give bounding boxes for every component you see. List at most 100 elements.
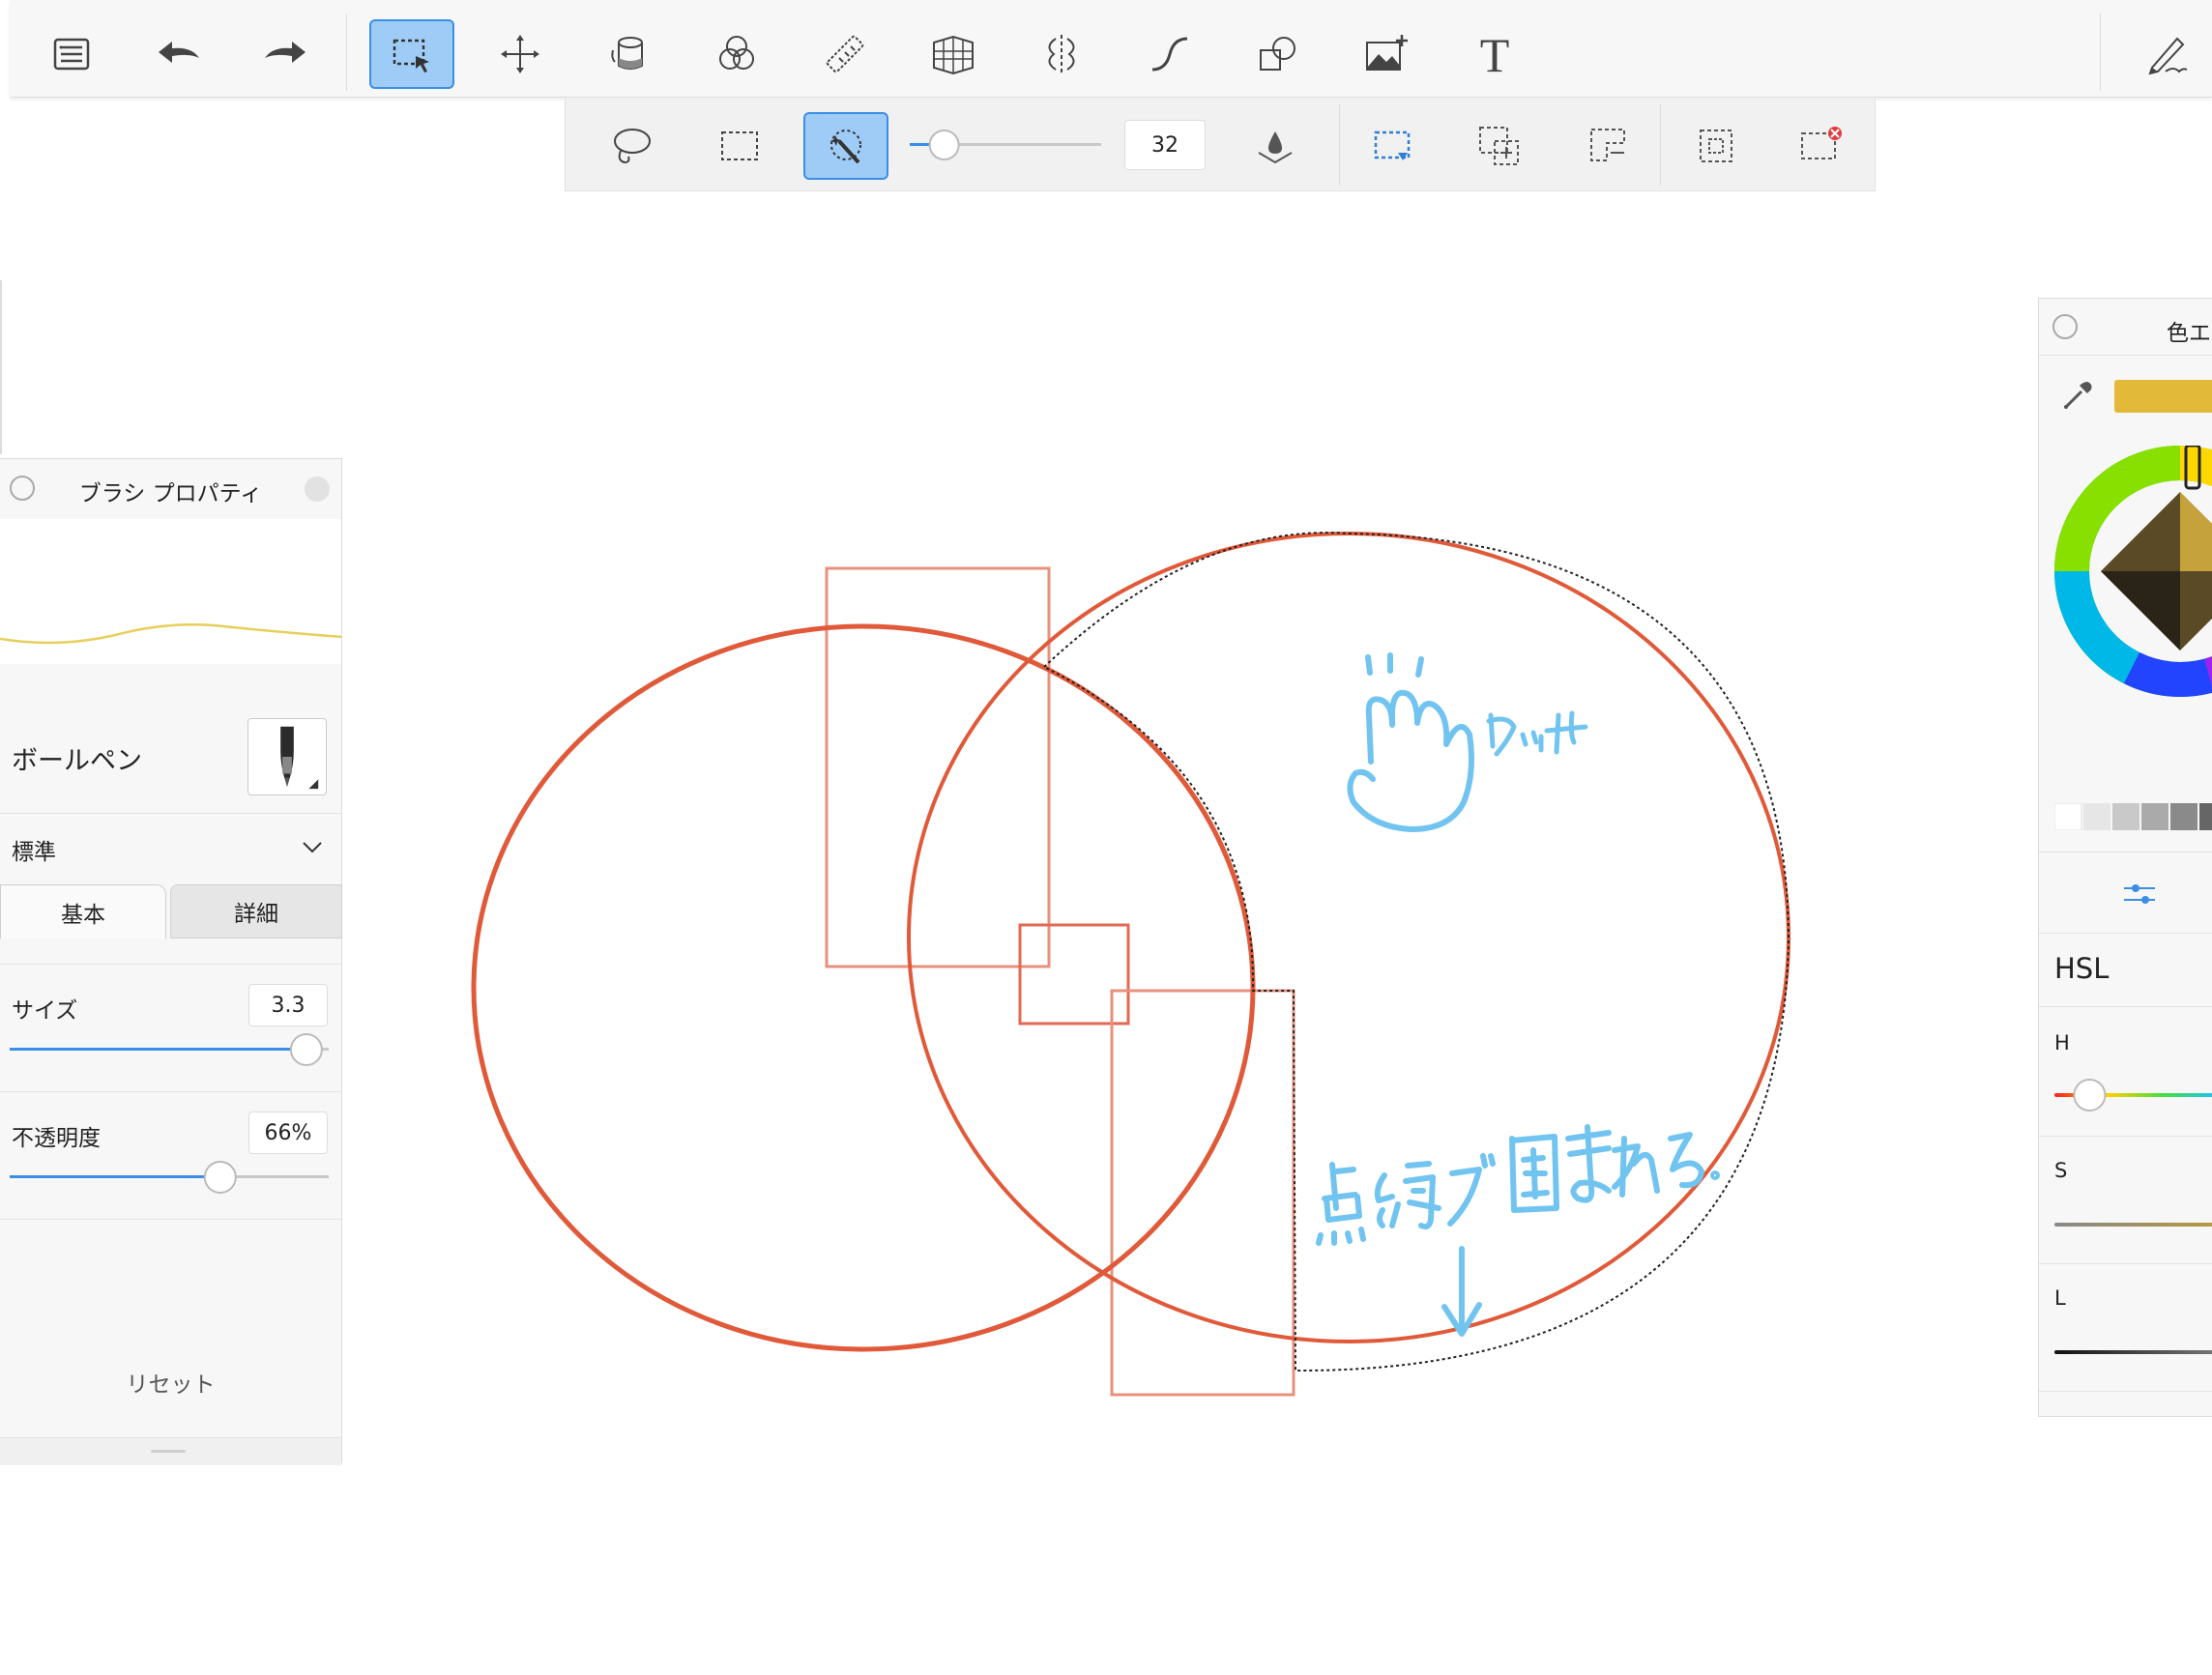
color-panel-title: 色エデ (2167, 321, 2212, 346)
lasso-select-button[interactable] (589, 112, 674, 180)
tab-advanced[interactable]: 詳細 (170, 884, 342, 939)
chevron-down-icon (303, 842, 322, 853)
shapes-icon (1260, 37, 1295, 71)
rect-select-button[interactable] (697, 112, 782, 180)
pen-settings-button[interactable] (2123, 19, 2208, 89)
pen-settings-icon (2148, 37, 2188, 75)
transform-tool-button[interactable] (478, 19, 563, 89)
perspective-tool-button[interactable] (911, 19, 996, 89)
size-label: サイズ (12, 998, 78, 1024)
ballpoint-pen-icon (280, 726, 319, 790)
color-panel-header: 色エデ (2039, 299, 2212, 356)
opacity-value-field[interactable]: 66% (248, 1112, 328, 1154)
opacity-section: 不透明度 66% (0, 1091, 341, 1218)
brush-panel-title: ブラシ プロパティ (78, 481, 263, 506)
paint-bucket-icon (611, 37, 643, 70)
add-image-icon (1366, 35, 1408, 71)
panel-option-dot[interactable] (305, 477, 330, 502)
tolerance-slider[interactable] (910, 128, 1101, 162)
text-tool-icon: T (1480, 29, 1510, 79)
tall-rectangle-bottom (1110, 989, 1295, 1397)
selection-marquee (1042, 532, 1790, 1372)
lightness-label: L (2054, 1286, 2066, 1310)
brush-stroke-preview (0, 519, 341, 664)
symmetry-tool-button[interactable] (1019, 19, 1104, 89)
list-menu-icon (53, 38, 90, 71)
shapes-tool-button[interactable] (1236, 19, 1321, 89)
clear-selection-button[interactable] (1778, 112, 1863, 180)
undo-arrow-icon (159, 42, 199, 63)
main-toolbar: T (10, 0, 2212, 98)
eyedropper-icon[interactable] (2058, 376, 2097, 415)
size-slider[interactable] (10, 1032, 329, 1067)
color-mode-label[interactable]: HSL (2054, 952, 2109, 985)
lasso-icon (614, 129, 651, 164)
rectangle-select-icon (721, 131, 758, 160)
hue-label: H (2054, 1031, 2070, 1054)
dotted-enclosed-annotation-doodle (1316, 1124, 1720, 1337)
ruler-icon (826, 35, 864, 73)
new-selection-button[interactable] (1351, 112, 1436, 180)
clear-selection-icon (1801, 127, 1842, 159)
undo-button[interactable] (135, 19, 220, 89)
magic-wand-select-button[interactable] (803, 112, 888, 180)
preset-label: 標準 (12, 840, 56, 865)
selection-sub-toolbar: 32 (565, 99, 1876, 191)
fill-opacity-button[interactable] (1233, 112, 1318, 180)
image-tool-button[interactable] (1344, 19, 1429, 89)
current-color-swatch[interactable] (2114, 380, 2212, 413)
saturation-label: S (2054, 1159, 2068, 1182)
blend-tool-button[interactable] (694, 19, 779, 89)
svg-text:T: T (1480, 29, 1510, 79)
brush-name: ボールペン (12, 746, 142, 776)
tolerance-value[interactable]: 32 (1124, 120, 1206, 170)
subtract-selection-icon (1590, 129, 1625, 161)
touch-annotation-doodle (1486, 710, 1588, 757)
opacity-slider[interactable] (10, 1160, 329, 1195)
tab-basic[interactable]: 基本 (0, 884, 166, 939)
brush-panel-header: ブラシ プロパティ (0, 459, 341, 520)
sliders-icon[interactable] (2120, 875, 2159, 913)
stroke-tool-button[interactable] (1127, 19, 1212, 89)
subtract-selection-button[interactable] (1565, 112, 1650, 180)
small-square-center (1018, 923, 1130, 1025)
move-arrows-icon (501, 35, 539, 73)
selection-tool-button[interactable] (369, 19, 454, 89)
right-circle (907, 532, 1790, 1343)
selection-tool-icon (393, 39, 429, 72)
brush-preset-dropdown[interactable]: 標準 (0, 813, 341, 881)
redo-arrow-icon (265, 42, 306, 63)
reset-button[interactable]: リセット (0, 1366, 341, 1399)
lightness-slider[interactable] (2054, 1350, 2212, 1354)
opacity-label: 不透明度 (12, 1126, 101, 1151)
redo-button[interactable] (244, 19, 329, 89)
invert-selection-button[interactable] (1674, 112, 1759, 180)
tall-rectangle-top (825, 566, 1051, 968)
text-tool-button[interactable]: T (1452, 19, 1537, 89)
left-circle (471, 623, 1256, 1352)
menu-button[interactable] (29, 19, 114, 89)
panel-resize-bar[interactable] (0, 1437, 341, 1465)
panel-close-icon[interactable] (2052, 314, 2078, 339)
grayscale-swatches[interactable] (2054, 803, 2212, 830)
curve-stroke-icon (1151, 37, 1188, 72)
magic-wand-icon (830, 130, 861, 164)
size-value-field[interactable]: 3.3 (248, 984, 328, 1026)
color-wheel[interactable] (2054, 446, 2212, 697)
color-editor-panel: 色エデ HSL H (2038, 298, 2212, 1417)
canvas-edge-line (0, 280, 2, 454)
new-selection-icon (1374, 130, 1411, 160)
ruler-tool-button[interactable] (802, 19, 888, 89)
invert-selection-icon (1700, 130, 1732, 162)
add-selection-button[interactable] (1457, 112, 1542, 180)
perspective-grid-icon (933, 35, 974, 75)
droplet-icon (1258, 131, 1293, 164)
size-section: サイズ 3.3 (0, 964, 341, 1090)
symmetry-icon (1048, 35, 1075, 73)
saturation-slider[interactable] (2054, 1223, 2212, 1227)
brush-properties-panel: ブラシ プロパティ ボールペン 標準 基本 詳細 サイズ 3.3 不透明度 66… (0, 458, 342, 1465)
fill-tool-button[interactable] (586, 19, 671, 89)
color-mix-circles-icon (719, 36, 754, 70)
brush-type-button[interactable] (247, 718, 327, 795)
hand-doodle (1347, 652, 1474, 832)
